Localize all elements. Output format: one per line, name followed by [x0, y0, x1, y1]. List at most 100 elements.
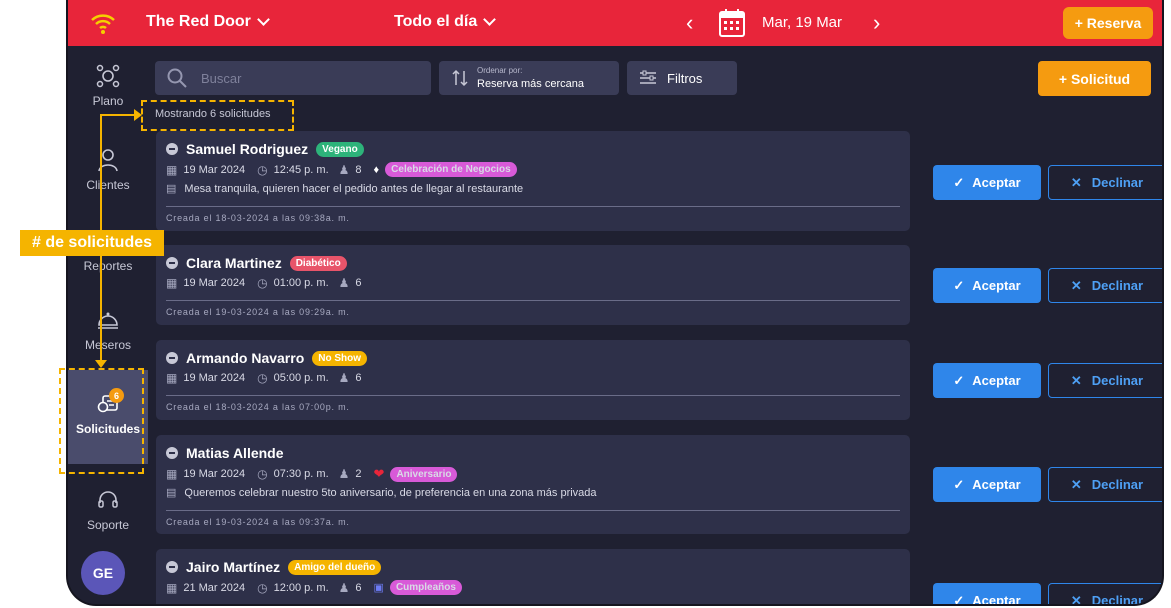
- calendar-icon: ▦: [166, 276, 178, 290]
- calendar-icon: ▦: [166, 467, 178, 481]
- accept-button[interactable]: ✓ Aceptar: [933, 583, 1041, 606]
- clock-icon: ◷: [257, 276, 268, 290]
- previous-day-button[interactable]: ‹: [686, 10, 693, 36]
- request-time: 01:00 p. m.: [273, 277, 329, 289]
- decline-button[interactable]: ✕ Declinar: [1048, 467, 1162, 502]
- new-request-button[interactable]: + Solicitud: [1038, 61, 1151, 96]
- sidebar-item-label: Soporte: [86, 518, 130, 532]
- accept-label: Aceptar: [972, 593, 1021, 606]
- time-range-selector[interactable]: Todo el día: [394, 13, 497, 31]
- status-icon: [166, 447, 178, 459]
- guests-icon: ♟: [338, 162, 350, 177]
- sort-selector[interactable]: Ordenar por: Reserva más cercana: [439, 61, 619, 95]
- filters-label: Filtros: [667, 70, 703, 86]
- search-icon: [167, 68, 187, 88]
- decline-label: Declinar: [1091, 278, 1144, 293]
- accept-label: Aceptar: [972, 278, 1021, 293]
- request-header: Jairo Martínez Amigo del dueño: [166, 559, 382, 575]
- clock-icon: ◷: [257, 467, 268, 481]
- avatar[interactable]: GE: [81, 551, 125, 595]
- request-card[interactable]: Matias Allende ▦ 19 Mar 2024 ◷ 07:30 p. …: [156, 435, 910, 534]
- request-meta: ▦ 19 Mar 2024 ◷ 07:30 p. m. ♟ 2 ❤ Aniver…: [166, 466, 458, 482]
- sidebar-item-soporte[interactable]: Soporte: [68, 488, 148, 532]
- next-day-button[interactable]: ›: [873, 10, 880, 36]
- decline-label: Declinar: [1091, 477, 1144, 492]
- calendar-icon: ▦: [166, 580, 178, 595]
- occasion-tag: Cumpleaños: [389, 580, 462, 595]
- accept-button[interactable]: ✓ Aceptar: [933, 165, 1041, 200]
- occasion-tag: Celebración de Negocios: [385, 162, 517, 177]
- sidebar-item-label: Meseros: [84, 338, 131, 352]
- created-at: Creada el 19-03-2024 a las 09:37a. m.: [166, 517, 350, 527]
- filter-sliders-icon: [640, 70, 656, 84]
- sidebar: Plano Clientes Reportes Meseros 6 Solici…: [68, 46, 148, 604]
- guest-count: 2: [355, 468, 362, 480]
- request-card[interactable]: Jairo Martínez Amigo del dueño ▦ 21 Mar …: [156, 549, 910, 604]
- calendar-icon: ▦: [166, 371, 178, 385]
- card-divider: [166, 206, 900, 207]
- calendar-icon[interactable]: [718, 8, 746, 38]
- occasion-tag: Aniversario: [390, 466, 458, 482]
- chevron-down-icon: [257, 13, 270, 26]
- sidebar-item-label: Clientes: [86, 178, 130, 192]
- customer-name: Samuel Rodriguez: [186, 141, 309, 157]
- request-card[interactable]: Samuel Rodriguez Vegano ▦ 19 Mar 2024 ◷ …: [156, 131, 910, 231]
- request-card[interactable]: Clara Martinez Diabético ▦ 19 Mar 2024 ◷…: [156, 245, 910, 325]
- decline-button[interactable]: ✕ Declinar: [1048, 268, 1162, 303]
- clock-icon: ◷: [257, 371, 268, 385]
- accept-button[interactable]: ✓ Aceptar: [933, 268, 1041, 303]
- gift-icon: ▣: [373, 582, 384, 594]
- decline-label: Declinar: [1091, 373, 1144, 388]
- venue-name: The Red Door: [146, 13, 251, 30]
- customer-name: Matias Allende: [186, 445, 284, 461]
- clock-icon: ◷: [257, 162, 268, 177]
- sidebar-item-label: Reportes: [83, 259, 133, 273]
- check-icon: ✓: [953, 277, 965, 293]
- guests-icon: ♟: [338, 371, 350, 385]
- current-date: Mar, 19 Mar: [762, 14, 843, 31]
- tag-icon: ♦: [373, 163, 380, 176]
- floor-plan-icon: [96, 64, 120, 88]
- accept-button[interactable]: ✓ Aceptar: [933, 467, 1041, 502]
- time-range-label: Todo el día: [394, 13, 478, 30]
- request-card[interactable]: Armando Navarro No Show ▦ 19 Mar 2024 ◷ …: [156, 340, 910, 420]
- close-icon: ✕: [1070, 476, 1082, 492]
- card-divider: [166, 300, 900, 301]
- accept-label: Aceptar: [972, 477, 1021, 492]
- sidebar-item-meseros[interactable]: Meseros: [68, 308, 148, 352]
- check-icon: ✓: [953, 476, 965, 492]
- status-tag: No Show: [312, 350, 368, 366]
- search-input[interactable]: Buscar: [155, 61, 431, 95]
- close-icon: ✕: [1070, 372, 1082, 388]
- venue-selector[interactable]: The Red Door: [146, 13, 270, 31]
- sort-value: Reserva más cercana: [477, 78, 584, 90]
- decline-button[interactable]: ✕ Declinar: [1048, 165, 1162, 200]
- search-placeholder: Buscar: [201, 70, 242, 86]
- card-divider: [166, 395, 900, 396]
- note-icon: ▤: [166, 487, 177, 499]
- sidebar-item-label: Plano: [92, 94, 124, 108]
- annotation-sidebar-highlight: [59, 368, 144, 474]
- check-icon: ✓: [953, 174, 965, 190]
- filters-button[interactable]: Filtros: [627, 61, 737, 95]
- request-header: Armando Navarro No Show: [166, 350, 368, 366]
- customer-name: Jairo Martínez: [186, 559, 281, 575]
- request-header: Samuel Rodriguez Vegano: [166, 141, 364, 157]
- chevron-down-icon: [483, 13, 497, 26]
- sort-label: Ordenar por:: [477, 66, 523, 75]
- check-icon: ✓: [953, 372, 965, 388]
- annotation-label: # de solicitudes: [20, 230, 164, 256]
- sidebar-item-clientes[interactable]: Clientes: [68, 148, 148, 192]
- decline-button[interactable]: ✕ Declinar: [1048, 583, 1162, 604]
- status-icon: [166, 352, 178, 364]
- sidebar-item-plano[interactable]: Plano: [68, 64, 148, 108]
- accept-button[interactable]: ✓ Aceptar: [933, 363, 1041, 398]
- annotation-count-highlight: [141, 100, 294, 131]
- request-meta: ▦ 21 Mar 2024 ◷ 12:00 p. m. ♟ 6 ▣ Cumple…: [166, 580, 462, 595]
- request-date: 19 Mar 2024: [183, 468, 246, 480]
- request-time: 05:00 p. m.: [273, 372, 329, 384]
- heart-icon: ❤: [373, 466, 385, 481]
- decline-button[interactable]: ✕ Declinar: [1048, 363, 1162, 398]
- new-reservation-button[interactable]: + Reserva: [1063, 7, 1153, 39]
- customer-name: Armando Navarro: [186, 350, 305, 366]
